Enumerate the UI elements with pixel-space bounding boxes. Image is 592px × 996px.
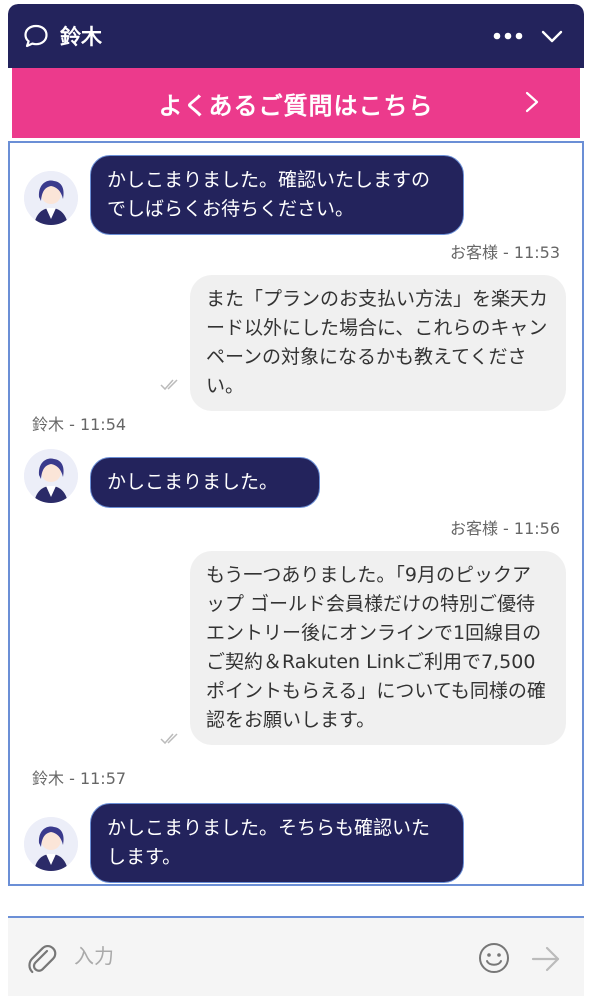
- message-list[interactable]: かしこまりました。確認いたしますのでしばらくお待ちください。 お客様 - 11:…: [8, 141, 584, 886]
- send-arrow-icon[interactable]: [530, 944, 562, 974]
- customer-message-bubble: もう一つありました。「9月のピックアップ ゴールド会員様だけの特別ご優待 エント…: [190, 551, 566, 745]
- chat-header: 鈴木: [8, 4, 584, 68]
- agent-message-meta: 鈴木 - 11:57: [32, 769, 127, 788]
- customer-message-meta: お客様 - 11:53: [449, 243, 560, 262]
- customer-message-bubble: また「プランのお支払い方法」を楽天カード以外にした場合に、これらのキャンペーンの…: [190, 275, 566, 411]
- faq-banner-label: よくあるご質問はこちら: [158, 91, 434, 120]
- more-horizontal-icon[interactable]: [490, 18, 526, 54]
- paperclip-icon[interactable]: [26, 942, 58, 976]
- agent-message-bubble: かしこまりました。確認いたしますのでしばらくお待ちください。: [90, 155, 464, 235]
- agent-avatar: [24, 449, 78, 503]
- read-check-icon: [160, 733, 178, 745]
- customer-message-meta: お客様 - 11:56: [449, 519, 560, 538]
- chevron-right-icon: [525, 91, 539, 113]
- agent-message-bubble: かしこまりました。そちらも確認いたします。: [90, 803, 464, 883]
- chevron-down-icon[interactable]: [534, 18, 570, 54]
- chat-bubble-icon: [22, 22, 50, 50]
- message-composer: [8, 916, 584, 996]
- agent-message-bubble: かしこまりました。: [90, 457, 320, 508]
- agent-message-meta: 鈴木 - 11:54: [32, 415, 127, 434]
- page-edge: [0, 0, 8, 996]
- read-check-icon: [160, 379, 178, 391]
- chat-window: 鈴木 よくあるご質問はこちら かしこまりました。確認いたしますのでしばらくお待ち…: [8, 4, 584, 996]
- faq-banner[interactable]: よくあるご質問はこちら: [12, 68, 580, 138]
- agent-avatar: [24, 171, 78, 225]
- agent-avatar: [24, 817, 78, 871]
- agent-name: 鈴木: [60, 25, 102, 49]
- message-input[interactable]: [74, 936, 464, 976]
- emoji-icon[interactable]: [478, 942, 510, 974]
